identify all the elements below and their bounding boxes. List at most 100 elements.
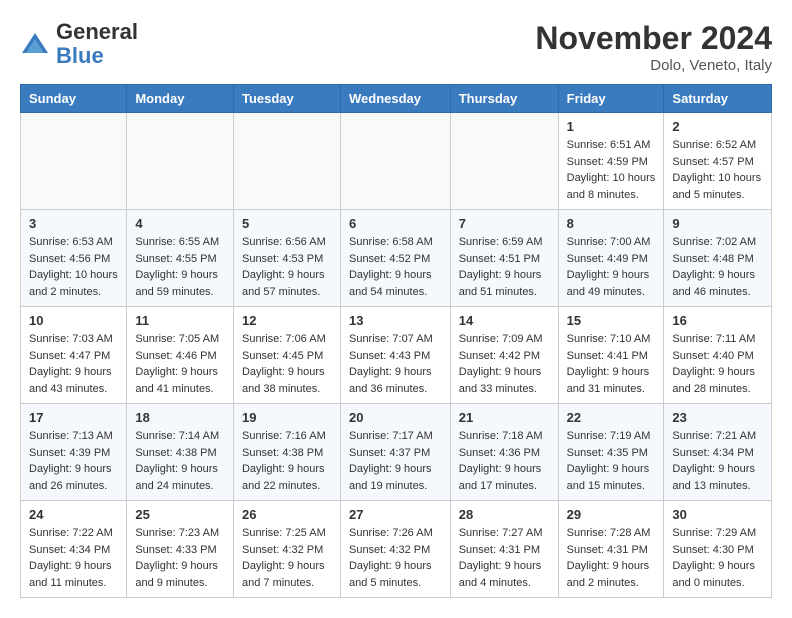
calendar-cell: 16 Sunrise: 7:11 AM Sunset: 4:40 PM Dayli… (664, 307, 772, 404)
day-number: 5 (242, 216, 332, 231)
calendar-cell: 10 Sunrise: 7:03 AM Sunset: 4:47 PM Dayli… (21, 307, 127, 404)
calendar-cell: 8 Sunrise: 7:00 AM Sunset: 4:49 PM Daylig… (558, 210, 664, 307)
calendar-cell (340, 113, 450, 210)
day-info: Sunrise: 7:10 AM Sunset: 4:41 PM Dayligh… (567, 331, 656, 397)
day-number: 25 (135, 507, 225, 522)
calendar-cell: 18 Sunrise: 7:14 AM Sunset: 4:38 PM Dayli… (127, 404, 234, 501)
day-info: Sunrise: 7:02 AM Sunset: 4:48 PM Dayligh… (672, 234, 763, 300)
calendar-cell: 9 Sunrise: 7:02 AM Sunset: 4:48 PM Daylig… (664, 210, 772, 307)
calendar-row: 3 Sunrise: 6:53 AM Sunset: 4:56 PM Daylig… (21, 210, 772, 307)
title-block: November 2024 Dolo, Veneto, Italy (535, 20, 772, 74)
day-number: 7 (459, 216, 550, 231)
calendar-cell (21, 113, 127, 210)
day-info: Sunrise: 7:07 AM Sunset: 4:43 PM Dayligh… (349, 331, 442, 397)
day-number: 18 (135, 410, 225, 425)
calendar-cell: 1Sunrise: 6:51 AM Sunset: 4:59 PM Daylig… (558, 113, 664, 210)
calendar-cell: 3 Sunrise: 6:53 AM Sunset: 4:56 PM Daylig… (21, 210, 127, 307)
logo-icon (20, 29, 50, 59)
day-info: Sunrise: 7:27 AM Sunset: 4:31 PM Dayligh… (459, 525, 550, 591)
day-info: Sunrise: 7:00 AM Sunset: 4:49 PM Dayligh… (567, 234, 656, 300)
day-number: 23 (672, 410, 763, 425)
day-info: Sunrise: 7:29 AM Sunset: 4:30 PM Dayligh… (672, 525, 763, 591)
calendar-cell: 26 Sunrise: 7:25 AM Sunset: 4:32 PM Dayli… (233, 501, 340, 598)
day-number: 13 (349, 313, 442, 328)
calendar-cell: 19 Sunrise: 7:16 AM Sunset: 4:38 PM Dayli… (233, 404, 340, 501)
calendar-cell: 11 Sunrise: 7:05 AM Sunset: 4:46 PM Dayli… (127, 307, 234, 404)
day-number: 3 (29, 216, 118, 231)
calendar-cell (450, 113, 558, 210)
day-info: Sunrise: 7:14 AM Sunset: 4:38 PM Dayligh… (135, 428, 225, 494)
day-number: 20 (349, 410, 442, 425)
calendar-cell: 4Sunrise: 6:55 AM Sunset: 4:55 PM Daylig… (127, 210, 234, 307)
calendar-cell: 13 Sunrise: 7:07 AM Sunset: 4:43 PM Dayli… (340, 307, 450, 404)
day-number: 16 (672, 313, 763, 328)
calendar-cell (127, 113, 234, 210)
calendar-cell: 6Sunrise: 6:58 AM Sunset: 4:52 PM Daylig… (340, 210, 450, 307)
day-number: 12 (242, 313, 332, 328)
day-number: 1 (567, 119, 656, 134)
calendar-cell: 5 Sunrise: 6:56 AM Sunset: 4:53 PM Daylig… (233, 210, 340, 307)
day-info: Sunrise: 7:18 AM Sunset: 4:36 PM Dayligh… (459, 428, 550, 494)
calendar-cell: 24Sunrise: 7:22 AM Sunset: 4:34 PM Dayli… (21, 501, 127, 598)
day-info: Sunrise: 7:25 AM Sunset: 4:32 PM Dayligh… (242, 525, 332, 591)
calendar-cell: 22Sunrise: 7:19 AM Sunset: 4:35 PM Dayli… (558, 404, 664, 501)
location: Dolo, Veneto, Italy (535, 57, 772, 74)
calendar-cell: 20Sunrise: 7:17 AM Sunset: 4:37 PM Dayli… (340, 404, 450, 501)
calendar-cell: 23Sunrise: 7:21 AM Sunset: 4:34 PM Dayli… (664, 404, 772, 501)
day-number: 28 (459, 507, 550, 522)
day-number: 11 (135, 313, 225, 328)
day-number: 30 (672, 507, 763, 522)
calendar-table: SundayMondayTuesdayWednesdayThursdayFrid… (20, 84, 772, 598)
calendar-cell: 2 Sunrise: 6:52 AM Sunset: 4:57 PM Daylig… (664, 113, 772, 210)
day-number: 27 (349, 507, 442, 522)
calendar-row: 1Sunrise: 6:51 AM Sunset: 4:59 PM Daylig… (21, 113, 772, 210)
day-info: Sunrise: 7:23 AM Sunset: 4:33 PM Dayligh… (135, 525, 225, 591)
calendar-cell: 17Sunrise: 7:13 AM Sunset: 4:39 PM Dayli… (21, 404, 127, 501)
calendar-cell: 30 Sunrise: 7:29 AM Sunset: 4:30 PM Dayli… (664, 501, 772, 598)
day-info: Sunrise: 6:58 AM Sunset: 4:52 PM Dayligh… (349, 234, 442, 300)
page-header: General Blue November 2024 Dolo, Veneto,… (20, 20, 772, 74)
calendar-cell: 29 Sunrise: 7:28 AM Sunset: 4:31 PM Dayli… (558, 501, 664, 598)
day-info: Sunrise: 7:11 AM Sunset: 4:40 PM Dayligh… (672, 331, 763, 397)
day-info: Sunrise: 6:59 AM Sunset: 4:51 PM Dayligh… (459, 234, 550, 300)
day-info: Sunrise: 7:03 AM Sunset: 4:47 PM Dayligh… (29, 331, 118, 397)
calendar-cell: 14 Sunrise: 7:09 AM Sunset: 4:42 PM Dayli… (450, 307, 558, 404)
day-number: 8 (567, 216, 656, 231)
calendar-row: 10 Sunrise: 7:03 AM Sunset: 4:47 PM Dayli… (21, 307, 772, 404)
day-info: Sunrise: 6:56 AM Sunset: 4:53 PM Dayligh… (242, 234, 332, 300)
day-number: 14 (459, 313, 550, 328)
calendar-cell: 12 Sunrise: 7:06 AM Sunset: 4:45 PM Dayli… (233, 307, 340, 404)
weekday-header: Wednesday (340, 85, 450, 113)
day-number: 2 (672, 119, 763, 134)
month-title: November 2024 (535, 20, 772, 57)
day-info: Sunrise: 7:19 AM Sunset: 4:35 PM Dayligh… (567, 428, 656, 494)
day-number: 24 (29, 507, 118, 522)
day-number: 29 (567, 507, 656, 522)
logo-text: General Blue (56, 20, 138, 68)
calendar-cell (233, 113, 340, 210)
weekday-header: Monday (127, 85, 234, 113)
day-info: Sunrise: 7:06 AM Sunset: 4:45 PM Dayligh… (242, 331, 332, 397)
weekday-header: Friday (558, 85, 664, 113)
day-info: Sunrise: 7:28 AM Sunset: 4:31 PM Dayligh… (567, 525, 656, 591)
day-info: Sunrise: 7:13 AM Sunset: 4:39 PM Dayligh… (29, 428, 118, 494)
calendar-cell: 27 Sunrise: 7:26 AM Sunset: 4:32 PM Dayli… (340, 501, 450, 598)
day-number: 4 (135, 216, 225, 231)
day-info: Sunrise: 6:53 AM Sunset: 4:56 PM Dayligh… (29, 234, 118, 300)
day-info: Sunrise: 7:26 AM Sunset: 4:32 PM Dayligh… (349, 525, 442, 591)
day-number: 26 (242, 507, 332, 522)
day-info: Sunrise: 7:05 AM Sunset: 4:46 PM Dayligh… (135, 331, 225, 397)
calendar-cell: 21Sunrise: 7:18 AM Sunset: 4:36 PM Dayli… (450, 404, 558, 501)
day-info: Sunrise: 7:16 AM Sunset: 4:38 PM Dayligh… (242, 428, 332, 494)
day-number: 19 (242, 410, 332, 425)
calendar-cell: 7 Sunrise: 6:59 AM Sunset: 4:51 PM Daylig… (450, 210, 558, 307)
day-info: Sunrise: 6:52 AM Sunset: 4:57 PM Dayligh… (672, 137, 763, 203)
calendar-cell: 25 Sunrise: 7:23 AM Sunset: 4:33 PM Dayli… (127, 501, 234, 598)
weekday-header-row: SundayMondayTuesdayWednesdayThursdayFrid… (21, 85, 772, 113)
day-number: 9 (672, 216, 763, 231)
weekday-header: Saturday (664, 85, 772, 113)
calendar-row: 17Sunrise: 7:13 AM Sunset: 4:39 PM Dayli… (21, 404, 772, 501)
weekday-header: Thursday (450, 85, 558, 113)
day-info: Sunrise: 7:09 AM Sunset: 4:42 PM Dayligh… (459, 331, 550, 397)
day-number: 10 (29, 313, 118, 328)
